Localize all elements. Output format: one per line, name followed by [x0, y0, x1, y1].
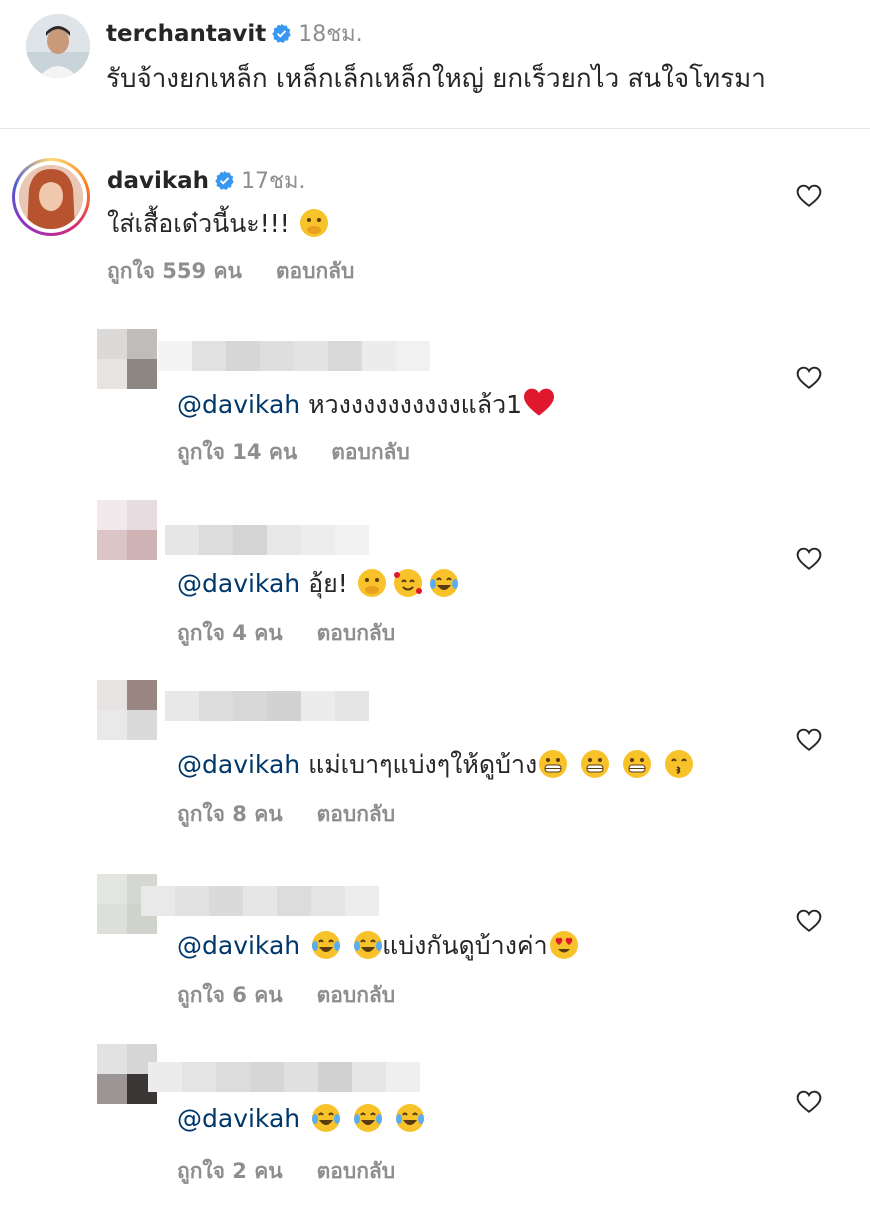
heart-outline-icon[interactable]: [796, 184, 822, 208]
reply-username-blurred[interactable]: [141, 886, 379, 916]
caption-text: รับจ้างยกเหล็ก เหล็กเล็กเหล็กใหญ่ ยกเร็ว…: [106, 64, 766, 94]
reply-text: แม่เบาๆแบ่งๆให้ดูบ้าง: [300, 750, 538, 779]
reply-text: แบ่งกันดูบ้างค่า: [382, 931, 548, 960]
hand-over-mouth-emoji-icon: [357, 569, 386, 597]
caption-time: 18ชม.: [298, 22, 363, 47]
reply-likes[interactable]: ถูกใจ 6 คน: [177, 983, 283, 1007]
davikah-avatar-story-ring[interactable]: [12, 158, 90, 236]
comment-header: davikah 17ชม.: [107, 163, 305, 198]
reply-reply-button[interactable]: ตอบกลับ: [317, 983, 396, 1007]
reply-username-blurred[interactable]: [158, 341, 430, 371]
reply-meta: ถูกใจ 6 คน ตอบกลับ: [177, 979, 429, 1012]
reply-username-blurred[interactable]: [165, 691, 369, 721]
grimacing-face-emoji-icon: [581, 750, 610, 778]
comment-text-line: ใส่เสื้อเด๋วนี้นะ!!!: [107, 204, 328, 244]
heart-outline-icon[interactable]: [796, 547, 822, 571]
reply-text-line: @davikah: [177, 1104, 425, 1133]
reply-mention[interactable]: @davikah: [177, 750, 300, 779]
reply-username-blurred[interactable]: [165, 525, 369, 555]
reply-meta: ถูกใจ 4 คน ตอบกลับ: [177, 617, 429, 650]
reply-likes[interactable]: ถูกใจ 2 คน: [177, 1159, 283, 1183]
davikah-avatar: [19, 165, 83, 229]
reply-text-line: @davikah แบ่งกันดูบ้างค่า: [177, 926, 578, 966]
reply-reply-button[interactable]: ตอบกลับ: [331, 440, 410, 464]
reply-mention[interactable]: @davikah: [177, 390, 300, 419]
caption-header: terchantavit 18ชม.: [106, 16, 363, 51]
reply-avatar-blurred[interactable]: [97, 329, 157, 389]
heart-eyes-emoji-icon: [549, 931, 578, 959]
caption-username[interactable]: terchantavit: [106, 21, 266, 47]
hand-over-mouth-emoji-icon: [299, 209, 328, 237]
reply-text: อุ้ย!: [300, 569, 356, 598]
comment-time: 17ชม.: [241, 169, 306, 194]
reply-avatar-blurred[interactable]: [97, 500, 157, 560]
grimacing-face-emoji-icon: [539, 750, 568, 778]
reply-mention[interactable]: @davikah: [177, 1104, 300, 1133]
reply-meta: ถูกใจ 2 คน ตอบกลับ: [177, 1155, 429, 1188]
comment-meta: ถูกใจ 559 คน ตอบกลับ: [107, 255, 388, 288]
tears-of-joy-emoji-icon: [354, 1104, 383, 1132]
reply-mention[interactable]: @davikah: [177, 569, 300, 598]
tears-of-joy-emoji-icon: [312, 931, 341, 959]
tears-of-joy-emoji-icon: [354, 931, 383, 959]
comment-likes[interactable]: ถูกใจ 559 คน: [107, 259, 242, 283]
heart-outline-icon[interactable]: [796, 728, 822, 752]
red-heart-emoji-icon: [524, 388, 555, 416]
grimacing-face-emoji-icon: [623, 750, 652, 778]
kissing-face-emoji-icon: [665, 750, 694, 778]
reply-avatar-blurred[interactable]: [97, 680, 157, 740]
terchantavit-avatar[interactable]: [26, 14, 90, 78]
smiling-face-with-hearts-emoji-icon: [393, 569, 422, 597]
tears-of-joy-emoji-icon: [396, 1104, 425, 1132]
reply-likes[interactable]: ถูกใจ 8 คน: [177, 802, 283, 826]
tears-of-joy-emoji-icon: [429, 569, 458, 597]
reply-text-line: @davikah อุ้ย!: [177, 564, 458, 604]
reply-text-line: @davikah แม่เบาๆแบ่งๆให้ดูบ้าง: [177, 745, 694, 785]
reply-likes[interactable]: ถูกใจ 4 คน: [177, 621, 283, 645]
reply-meta: ถูกใจ 8 คน ตอบกลับ: [177, 798, 429, 831]
reply-username-blurred[interactable]: [148, 1062, 420, 1092]
heart-outline-icon[interactable]: [796, 909, 822, 933]
reply-reply-button[interactable]: ตอบกลับ: [317, 802, 396, 826]
verified-badge-icon: [215, 170, 234, 190]
heart-outline-icon[interactable]: [796, 1090, 822, 1114]
reply-meta: ถูกใจ 14 คน ตอบกลับ: [177, 436, 444, 469]
comment-username[interactable]: davikah: [107, 168, 209, 194]
reply-text-line: @davikah หวงงงงงงงงงงแล้ว1: [177, 385, 556, 425]
reply-mention[interactable]: @davikah: [177, 931, 300, 960]
heart-outline-icon[interactable]: [796, 366, 822, 390]
comment-text: ใส่เสื้อเด๋วนี้นะ!!!: [107, 209, 290, 238]
tears-of-joy-emoji-icon: [312, 1104, 341, 1132]
verified-badge-icon: [272, 23, 292, 43]
reply-reply-button[interactable]: ตอบกลับ: [317, 1159, 396, 1183]
reply-reply-button[interactable]: ตอบกลับ: [317, 621, 396, 645]
comment-reply-button[interactable]: ตอบกลับ: [276, 259, 355, 283]
reply-likes[interactable]: ถูกใจ 14 คน: [177, 440, 297, 464]
post-caption: terchantavit 18ชม. รับจ้างยกเหล็ก เหล็กเล…: [0, 0, 870, 129]
reply-text: หวงงงงงงงงงงแล้ว1: [300, 390, 523, 419]
